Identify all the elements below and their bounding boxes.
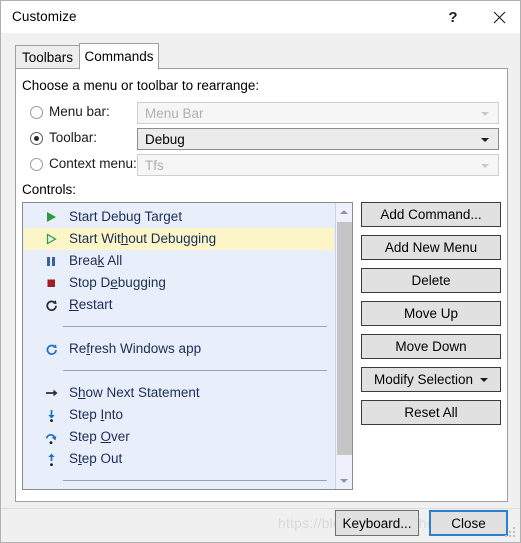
chevron-down-icon <box>481 112 489 116</box>
tab-commands[interactable]: Commands <box>79 43 159 70</box>
list-item-label: Step Out <box>69 451 123 466</box>
combo-menu-bar-value: Menu Bar <box>145 106 204 121</box>
help-icon[interactable]: ? <box>430 1 476 33</box>
list-item-icon <box>42 448 60 470</box>
keyboard-button[interactable]: Keyboard... <box>335 510 419 536</box>
move-down-button[interactable]: Move Down <box>361 334 501 359</box>
list-item-icon <box>42 338 60 360</box>
commands-listbox[interactable]: Start Debug Target Start Without Debuggin… <box>22 202 353 490</box>
chevron-down-icon[interactable] <box>336 472 352 489</box>
resize-grip[interactable] <box>505 527 517 539</box>
step-over-icon <box>45 431 57 444</box>
list-item[interactable]: Show Next Statement <box>24 382 334 404</box>
combo-toolbar-value: Debug <box>145 132 185 147</box>
step-out-icon <box>46 453 57 466</box>
delete-button[interactable]: Delete <box>361 268 501 293</box>
choose-label: Choose a menu or toolbar to rearrange: <box>22 78 260 93</box>
radio-menu-bar[interactable] <box>30 106 43 119</box>
step-into-icon <box>46 409 57 422</box>
list-item[interactable]: Start Debug Target <box>24 206 334 228</box>
chevron-down-icon <box>481 138 489 142</box>
customize-dialog: Customize ? Toolbars Commands Choose a m… <box>0 0 521 543</box>
add-new-menu-button[interactable]: Add New Menu <box>361 235 501 260</box>
arrow-right-icon <box>45 387 58 399</box>
chevron-down-icon <box>481 164 489 168</box>
move-up-button-label: Move Up <box>403 306 459 321</box>
list-separator <box>63 370 327 371</box>
list-item-label: Start Debug Target <box>69 209 183 224</box>
close-button[interactable]: Close <box>429 510 508 536</box>
list-item[interactable]: Break All <box>24 250 334 272</box>
keyboard-button-label: Keyboard... <box>342 515 412 531</box>
combo-menu-bar[interactable]: Menu Bar <box>137 102 499 124</box>
list-item-label: Step Into <box>69 407 124 422</box>
scrollbar-thumb[interactable] <box>337 222 352 455</box>
list-item-icon <box>42 294 60 316</box>
combo-context-menu-value: Tfs <box>145 158 164 173</box>
stop-square-icon <box>45 277 57 289</box>
list-item-label: Restart <box>69 297 113 312</box>
commands-panel: Choose a menu or toolbar to rearrange: M… <box>15 68 508 502</box>
modify-selection-button[interactable]: Modify Selection <box>361 367 501 392</box>
radio-menu-bar-label: Menu bar: <box>49 104 110 119</box>
list-item-label: Refresh Windows app <box>69 341 202 356</box>
footer-separator <box>1 508 520 509</box>
list-item-label: Start Without Debugging <box>69 231 217 246</box>
tab-toolbars-label: Toolbars <box>21 49 74 65</box>
title-bar: Customize ? <box>1 1 520 34</box>
list-item-label: Step Over <box>69 429 130 444</box>
list-item-icon <box>42 404 60 426</box>
list-scrollbar[interactable] <box>335 203 352 489</box>
radio-context-menu[interactable] <box>30 158 43 171</box>
radio-toolbar[interactable] <box>30 132 43 145</box>
play-outline-icon <box>45 233 57 245</box>
tab-commands-label: Commands <box>84 49 154 64</box>
combo-context-menu[interactable]: Tfs <box>137 154 499 176</box>
window-title: Customize <box>12 9 77 24</box>
chevron-up-icon[interactable] <box>336 203 352 220</box>
list-item[interactable]: Refresh Windows app <box>24 338 334 360</box>
list-item-icon <box>42 206 60 228</box>
refresh-icon <box>45 343 58 356</box>
play-filled-icon <box>45 211 57 223</box>
list-item-icon <box>42 426 60 448</box>
controls-label: Controls: <box>22 182 77 197</box>
list-separator <box>63 326 327 327</box>
close-button-label: Close <box>451 515 486 531</box>
radio-toolbar-label: Toolbar: <box>49 130 98 145</box>
list-item-label: Show Next Statement <box>69 385 200 400</box>
move-up-button[interactable]: Move Up <box>361 301 501 326</box>
restart-icon <box>45 299 58 312</box>
add-command-button-label: Add Command... <box>380 207 482 222</box>
list-item[interactable]: Step Over <box>24 426 334 448</box>
list-item-icon <box>42 228 60 250</box>
list-item[interactable]: Step Into <box>24 404 334 426</box>
move-down-button-label: Move Down <box>395 339 467 354</box>
close-icon[interactable] <box>476 1 520 33</box>
list-separator <box>63 480 327 481</box>
pause-icon <box>45 255 57 267</box>
list-item[interactable]: Step Out <box>24 448 334 470</box>
combo-toolbar[interactable]: Debug <box>137 128 499 150</box>
list-item[interactable]: Stop Debugging <box>24 272 334 294</box>
list-item-icon <box>42 250 60 272</box>
chevron-down-icon <box>480 377 489 382</box>
list-item-label: Break All <box>69 253 123 268</box>
modify-selection-button-label: Modify Selection <box>373 372 474 387</box>
reset-all-button-label: Reset All <box>404 405 458 420</box>
list-item-label: Stop Debugging <box>69 275 166 290</box>
list-item-icon <box>42 272 60 294</box>
tab-toolbars[interactable]: Toolbars <box>15 45 80 69</box>
list-item-icon <box>42 382 60 404</box>
list-item[interactable]: Start Without Debugging <box>24 228 334 250</box>
reset-all-button[interactable]: Reset All <box>361 400 501 425</box>
radio-context-menu-label: Context menu: <box>49 156 137 171</box>
add-new-menu-button-label: Add New Menu <box>384 240 478 255</box>
delete-button-label: Delete <box>411 273 451 288</box>
list-item[interactable]: Restart <box>24 294 334 316</box>
add-command-button[interactable]: Add Command... <box>361 202 501 227</box>
